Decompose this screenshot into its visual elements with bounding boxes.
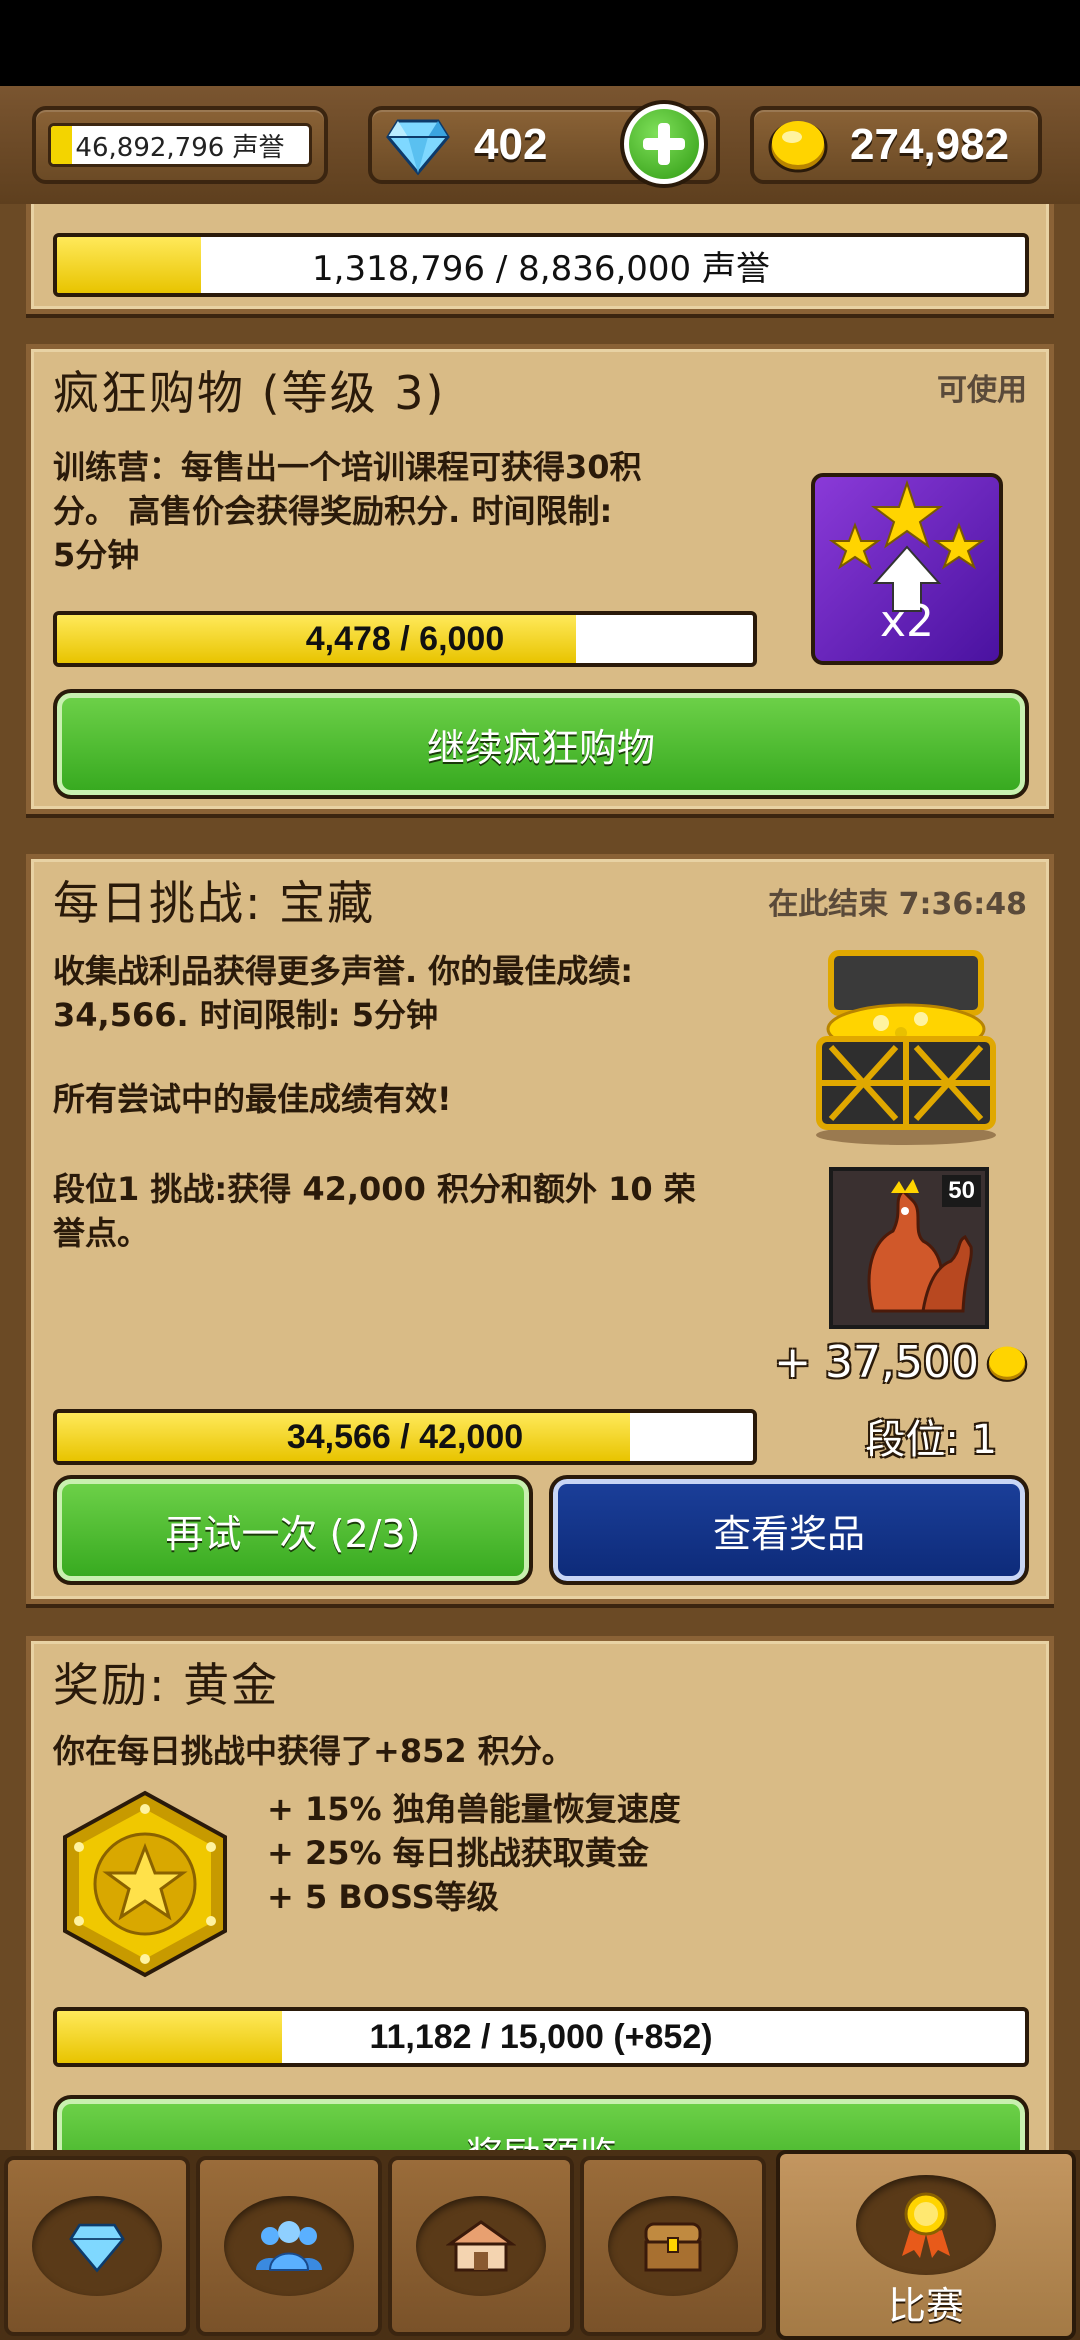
challenge-description: 收集战利品获得更多声誉. 你的最佳成绩: 34,566. 时间限制: 5分钟 (53, 949, 793, 1037)
level-badge: 50 (942, 1175, 981, 1207)
fame-progress: 46,892,796 声誉 (48, 123, 312, 167)
description-line: 分。 高售价会获得奖励积分. 时间限制: (53, 492, 613, 530)
chest-icon (644, 2222, 702, 2272)
nav-tab-competition[interactable]: 比赛 (776, 2150, 1076, 2340)
reward-panel: 奖励: 黄金 你在每日挑战中获得了+852 积分。 + 15% 独角兽能量恢复速… (26, 1636, 1054, 2150)
tier-description: 段位1 挑战:获得 42,000 积分和额外 10 荣 誉点。 (53, 1167, 793, 1255)
diamond-icon (386, 119, 450, 176)
reward-progress-bar: 11,182 / 15,000 (+852) (53, 2007, 1029, 2067)
gold-counter[interactable]: 274,982 (750, 106, 1042, 184)
nav-icon-well (608, 2196, 738, 2296)
nav-icon-well (32, 2196, 162, 2296)
shopping-progress-text: 4,478 / 6,000 (305, 619, 505, 658)
treasure-chest-icon (816, 950, 996, 1145)
panel-title: 每日挑战: 宝藏 (53, 876, 376, 930)
gold-star-medal-icon (63, 1790, 227, 1978)
gold-coin-icon (768, 121, 828, 173)
nav-icon-well (856, 2175, 996, 2275)
fame-counter[interactable]: 46,892,796 声誉 (32, 106, 328, 184)
panel-title: 疯狂购物 (等级 3) (53, 366, 446, 420)
nav-icon-well (224, 2196, 354, 2296)
challenge-timer: 在此结束 7:36:48 (768, 887, 1027, 922)
status-bar (0, 0, 1080, 86)
building-icon (446, 2220, 516, 2272)
people-icon (256, 2221, 322, 2271)
availability-status: 可使用 (937, 373, 1027, 408)
reputation-panel: 1,318,796 / 8,836,000 声誉 (26, 204, 1054, 314)
nav-tab-social[interactable] (196, 2156, 382, 2336)
diamond-icon (69, 2223, 125, 2273)
view-prizes-button[interactable]: 查看奖品 (549, 1475, 1029, 1585)
bottom-nav: 比赛 (0, 2150, 1080, 2340)
nav-tab-label: 比赛 (887, 2284, 964, 2328)
description-line: 收集战利品获得更多声誉. 你的最佳成绩: (53, 952, 634, 990)
perk-item: + 15% 独角兽能量恢复速度 (267, 1790, 681, 1828)
nav-tab-shop[interactable] (4, 2156, 190, 2336)
nav-tab-chest[interactable] (580, 2156, 766, 2336)
gem-count: 402 (474, 120, 548, 169)
panel-description: 训练营：每售出一个培训课程可获得30积 分。 高售价会获得奖励积分. 时间限制:… (53, 445, 773, 577)
fame-value: 46,892,796 声誉 (75, 132, 285, 163)
reputation-progress-bar: 1,318,796 / 8,836,000 声誉 (53, 233, 1029, 297)
gold-count: 274,982 (850, 120, 1010, 169)
best-score-note: 所有尝试中的最佳成绩有效! (53, 1080, 452, 1118)
reward-progress-text: 11,182 / 15,000 (+852) (369, 2017, 713, 2056)
description-line: 段位1 挑战:获得 42,000 积分和额外 10 荣 (53, 1170, 696, 1208)
perk-list: + 15% 独角兽能量恢复速度 + 25% 每日挑战获取黄金 + 5 BOSS等… (267, 1787, 681, 1919)
retry-button[interactable]: 再试一次 (2/3) (53, 1475, 533, 1585)
rank-label: 段位: 1 (865, 1417, 997, 1463)
perk-item: + 5 BOSS等级 (267, 1878, 499, 1916)
gold-reward-amount: + 37,500 (774, 1337, 979, 1388)
challenge-progress-bar: 34,566 / 42,000 (53, 1409, 757, 1465)
double-points-badge: x2 (811, 473, 1003, 665)
currency-bar: 46,892,796 声誉 402 274,982 (0, 86, 1080, 208)
buy-gems-button[interactable] (620, 100, 708, 188)
plus-icon (629, 109, 699, 179)
description-line: 34,566. 时间限制: 5分钟 (53, 996, 438, 1034)
reputation-progress-text: 1,318,796 / 8,836,000 声誉 (312, 248, 770, 289)
description-line: 誉点。 (53, 1214, 150, 1252)
perk-item: + 25% 每日挑战获取黄金 (267, 1834, 649, 1872)
medal-icon (902, 2192, 950, 2258)
dragon-boss-card: 50 (829, 1167, 989, 1329)
challenge-progress-text: 34,566 / 42,000 (286, 1417, 524, 1456)
reward-description: 你在每日挑战中获得了+852 积分。 (53, 1732, 574, 1770)
nav-tab-camp[interactable] (388, 2156, 574, 2336)
gold-coin-icon (986, 1346, 1028, 1382)
reward-preview-button[interactable]: 奖励预览 (53, 2095, 1029, 2150)
panel-title: 奖励: 黄金 (53, 1658, 280, 1712)
description-line: 5分钟 (53, 536, 140, 574)
nav-icon-well (416, 2196, 546, 2296)
multiplier-text: x2 (879, 596, 935, 647)
daily-challenge-panel: 每日挑战: 宝藏 在此结束 7:36:48 收集战利品获得更多声誉. 你的最佳成… (26, 854, 1054, 1604)
scroll-content[interactable]: 1,318,796 / 8,836,000 声誉 疯狂购物 (等级 3) 可使用… (0, 204, 1080, 2150)
continue-shopping-button[interactable]: 继续疯狂购物 (53, 689, 1029, 799)
shopping-spree-panel: 疯狂购物 (等级 3) 可使用 训练营：每售出一个培训课程可获得30积 分。 高… (26, 344, 1054, 814)
gold-reward: + 37,500 (774, 1337, 1029, 1388)
description-line: 训练营：每售出一个培训课程可获得30积 (53, 448, 642, 486)
shopping-progress-bar: 4,478 / 6,000 (53, 611, 757, 667)
